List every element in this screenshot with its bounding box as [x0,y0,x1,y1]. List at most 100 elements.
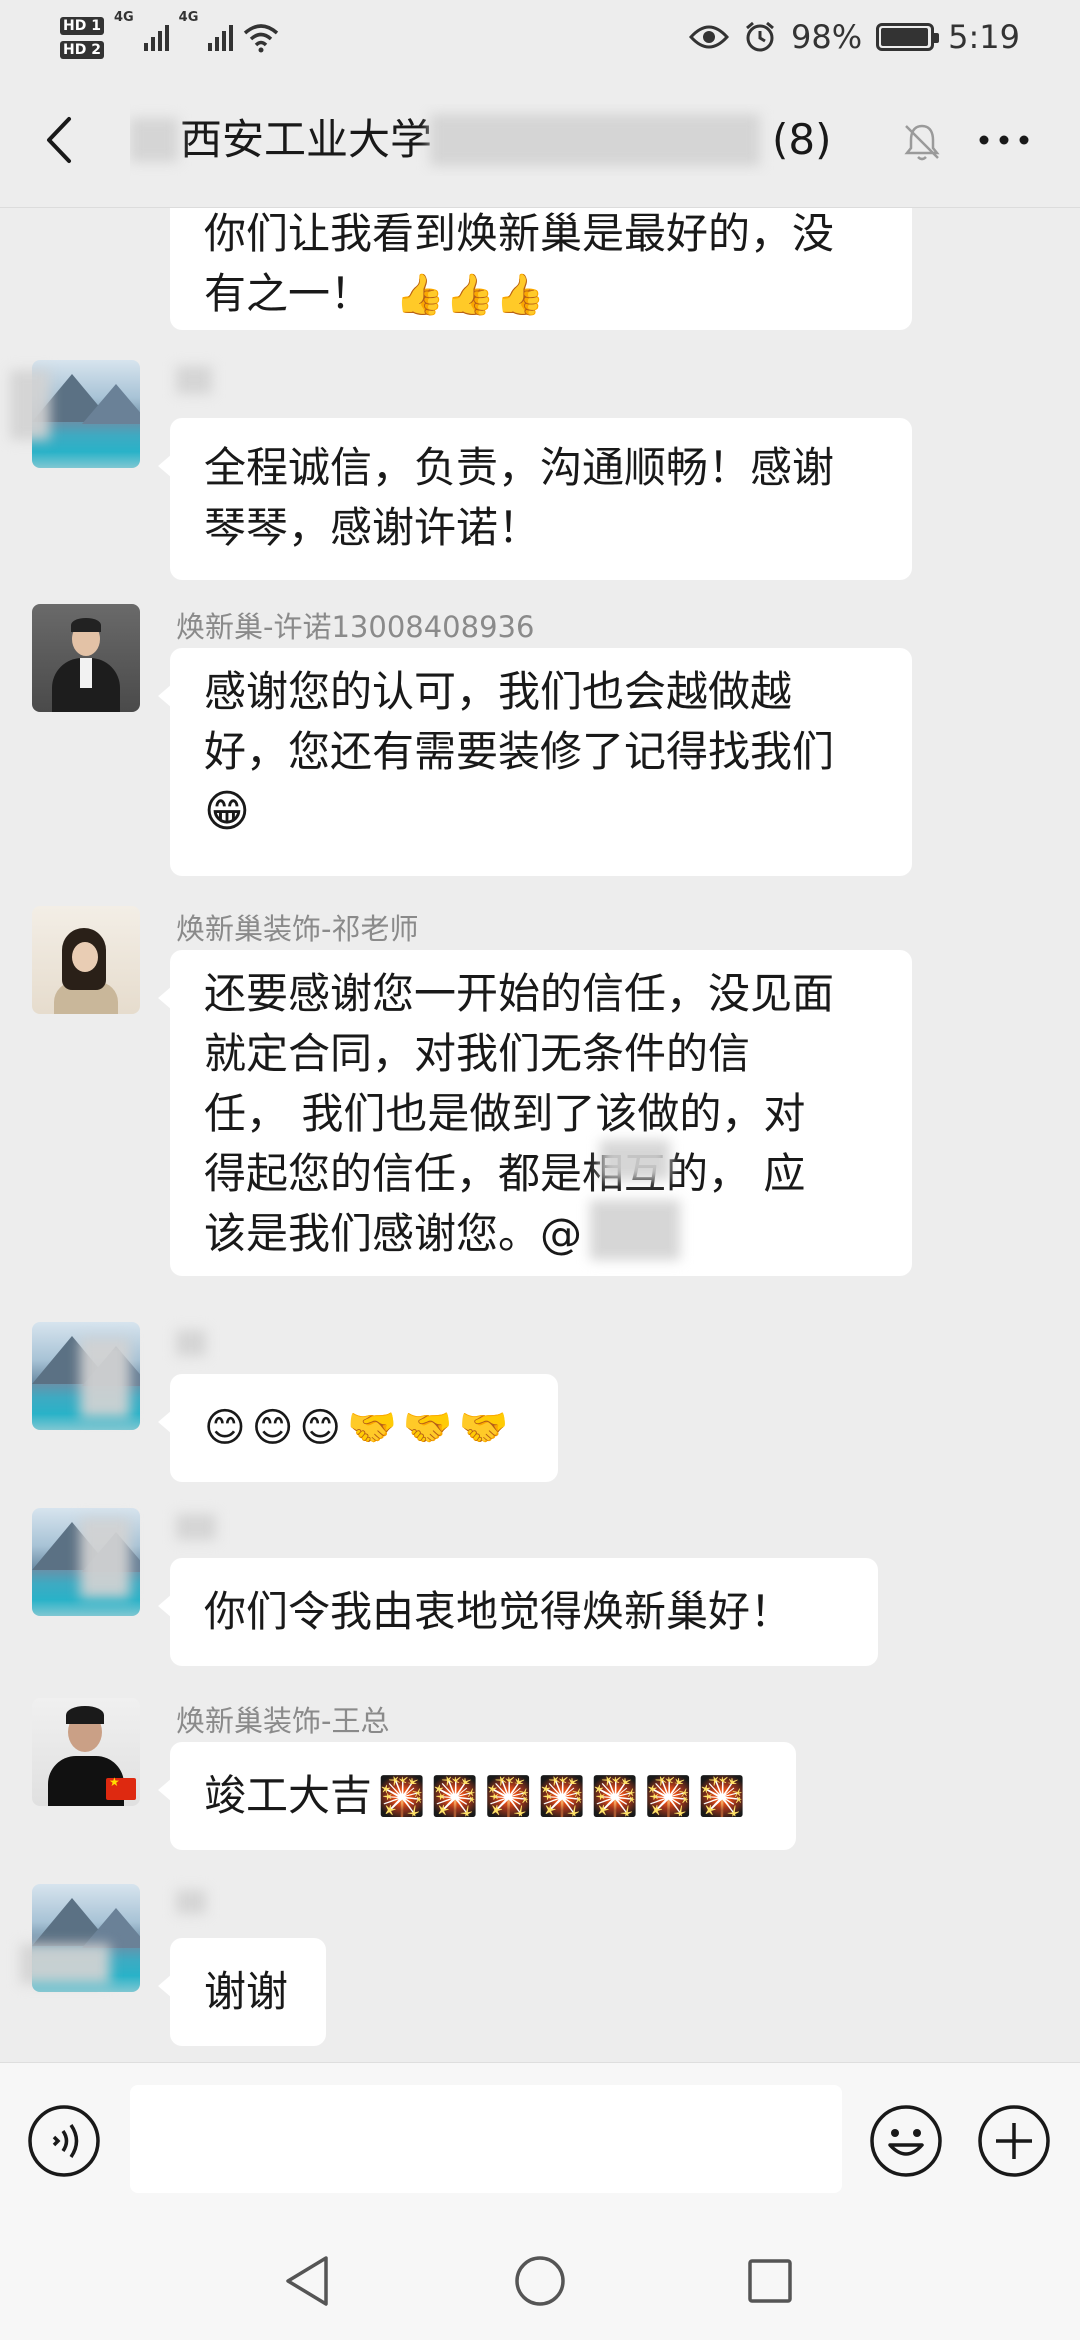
back-arrow-icon [47,117,71,163]
message-line: 好，您还有需要装修了记得找我们 [204,727,835,776]
clock: 5:19 [948,18,1020,56]
more-button[interactable] [968,112,1040,168]
message-line-text: 有之一！ [204,269,373,318]
thumbs-up-icon: 👍 [445,272,495,318]
text-blur [600,1140,670,1180]
message-bubble[interactable]: 你们令我由衷地觉得焕新巢好！ [158,1558,878,1666]
message-input[interactable] [130,2085,842,2193]
status-left: HD 1 HD 2 4G 4G [60,8,279,68]
chat-title: 西安工业大学 (8) [130,104,890,176]
nav-home-button[interactable] [505,2246,575,2316]
mention-blur [590,1200,680,1260]
message-line: 得起您的信任，都是相互的， 应 [204,1149,806,1198]
wifi-icon [244,24,279,53]
nav-back-button[interactable] [272,2246,342,2316]
chat-title-text: 西安工业大学 [180,115,433,164]
member-count: (8) [772,115,832,164]
nav-back-icon [286,2256,328,2306]
avatar-blur [80,1338,130,1418]
sender-name-blur [176,1890,206,1914]
thumbs-up-icon: 👍 [495,272,545,318]
title-blur-mid [430,114,760,166]
man-flag-avatar[interactable] [32,1698,140,1806]
voice-icon [28,2105,100,2177]
title-blur-left [130,118,178,162]
message-bubble[interactable]: 😊 😊 😊 🤝 🤝 🤝 [158,1374,558,1482]
thumbs-up-icon: 👍 [395,272,446,318]
system-nav-bar [0,2222,1080,2340]
plus-icon [978,2105,1050,2177]
hd2-badge: HD 2 [60,41,104,59]
message-line: 竣工大吉 [204,1771,373,1820]
firework-icon: 🎇 [431,1774,479,1818]
message-line: 琴琴，感谢许诺！ [204,503,541,552]
status-bar: HD 1 HD 2 4G 4G 98% 5:19 [0,0,1080,72]
battery-icon [876,23,940,51]
plus-button[interactable] [976,2103,1052,2179]
input-bar [0,2062,1080,2222]
message-line: 该是我们感谢您。@ [204,1209,583,1258]
message-line: 还要感谢您一开始的信任，没见面 [204,969,835,1018]
emoji-row: 😊 😊 😊 🤝 🤝 🤝 [204,1374,524,1482]
message-line: 感谢您的认可，我们也会越做越 [204,667,793,716]
firework-icon: 🎇 [378,1774,426,1818]
message-line: 你们令我由衷地觉得焕新巢好！ [204,1587,793,1636]
signal-icon [143,25,169,51]
firework-icon: 🎇 [644,1774,692,1818]
sender-name: 焕新巢装饰-祁老师 [176,912,419,946]
message-bubble[interactable]: 感谢您的认可，我们也会越做越 好，您还有需要装修了记得找我们 😁 [158,648,912,876]
nav-home-icon [515,2256,565,2306]
emoji-row: 竣工大吉 🎇 🎇 🎇 🎇 🎇 🎇 🎇 [204,1742,762,1850]
firework-icon: 🎇 [591,1774,639,1818]
message-line: 有之一！ 👍👍👍 [204,264,878,325]
sender-name-blur [176,1330,206,1356]
avatar-blur [10,370,50,440]
signal-icon [208,25,234,51]
network-type-1: 4G [113,10,134,25]
avatar-blur [80,1518,130,1598]
message-bubble[interactable]: 竣工大吉 🎇 🎇 🎇 🎇 🎇 🎇 🎇 [158,1742,796,1850]
network-type-2: 4G [178,10,199,25]
firework-icon: 🎇 [538,1774,586,1818]
chat-header: 西安工业大学 (8) [0,72,1080,208]
emoji-button[interactable] [868,2103,944,2179]
status-right: 98% 5:19 [689,12,1020,62]
china-flag-icon [106,1775,136,1800]
suit-man-avatar[interactable] [32,604,140,712]
grinning-face-icon: 😁 [204,786,250,837]
emoji-icon [870,2105,942,2177]
avatar-blur [20,1944,110,1984]
back-button[interactable] [26,108,90,172]
sender-name-blur [176,1514,216,1540]
handshake-icon: 🤝 [458,1405,509,1451]
handshake-icon: 🤝 [347,1405,397,1451]
alarm-icon [746,21,774,52]
nav-recents-icon [748,2259,792,2303]
message-line: 就定合同，对我们无条件的信 [204,1029,751,1078]
message-line: 谢谢 [204,1967,289,2016]
message-line: 你们让我看到焕新巢是最好的，没 [204,209,835,258]
firework-icon: 🎇 [697,1774,746,1818]
sender-name: 焕新巢装饰-王总 [176,1704,390,1738]
message-list[interactable]: 你们让我看到焕新巢是最好的，没 有之一！ 👍👍👍 全程诚信，负责，沟通顺畅！感谢… [0,208,1080,2062]
chat-screen: HD 1 HD 2 4G 4G 98% 5:19 西安工业大学 (8) 你们让我… [0,0,1080,2340]
smiling-face-icon: 😊 [251,1405,294,1451]
sender-name: 焕新巢-许诺13008408936 [176,610,535,644]
voice-button[interactable] [26,2103,102,2179]
message-bubble[interactable]: 还要感谢您一开始的信任，没见面 就定合同，对我们无条件的信 任， 我们也是做到了… [158,950,912,1276]
message-bubble[interactable]: 谢谢 [158,1938,326,2046]
smiling-face-icon: 😊 [204,1405,246,1451]
battery-fill [881,28,929,46]
eye-icon [689,25,730,49]
message-bubble[interactable]: 全程诚信，负责，沟通顺畅！感谢 琴琴，感谢许诺！ [158,418,912,580]
nav-recents-button[interactable] [735,2246,805,2316]
message-line: 全程诚信，负责，沟通顺畅！感谢 [204,443,835,492]
more-dots-icon [979,135,1029,145]
battery-percent: 98% [791,18,863,56]
smiling-face-icon: 😊 [299,1405,342,1451]
firework-icon: 🎇 [484,1774,532,1818]
message-line: 任， 我们也是做到了该做的，对 [204,1089,806,1138]
sender-name-blur [176,366,212,394]
woman-avatar[interactable] [32,906,140,1014]
message-bubble[interactable]: 你们让我看到焕新巢是最好的，没 有之一！ 👍👍👍 [170,208,912,330]
